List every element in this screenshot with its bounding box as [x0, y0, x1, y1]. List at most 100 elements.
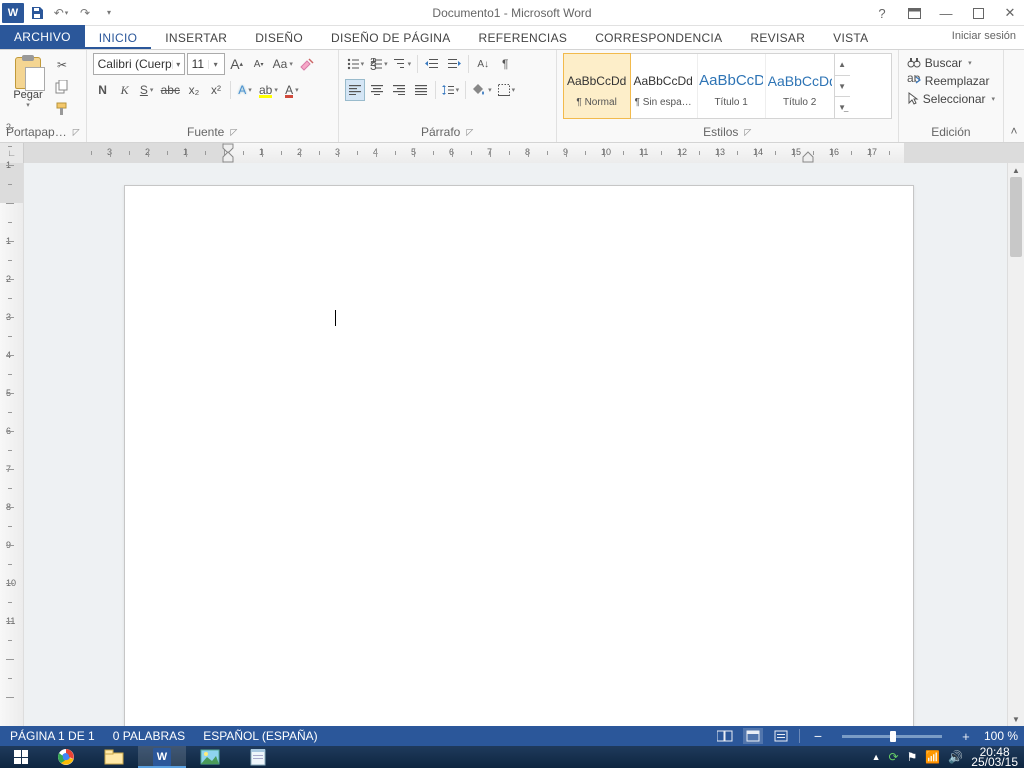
styles-expand[interactable]: ▼̲	[835, 97, 850, 118]
copy-icon[interactable]	[52, 77, 72, 97]
highlight-icon[interactable]: ab	[257, 79, 280, 101]
shrink-font-icon[interactable]: A▾	[249, 53, 269, 75]
underline-button[interactable]: S	[137, 79, 157, 101]
tab-vista[interactable]: VISTA	[819, 27, 882, 49]
style-titulo-2[interactable]: AaBbCcDd Título 2	[766, 54, 834, 118]
style-normal[interactable]: AaBbCcDd ¶ Normal	[563, 53, 631, 119]
tab-archivo[interactable]: ARCHIVO	[0, 25, 85, 49]
strikethrough-button[interactable]: abc	[159, 79, 182, 101]
tab-correspondencia[interactable]: CORRESPONDENCIA	[581, 27, 736, 49]
find-button[interactable]: Buscar▾	[905, 55, 997, 71]
maximize-icon[interactable]	[966, 3, 990, 23]
tab-insertar[interactable]: INSERTAR	[151, 27, 241, 49]
scroll-up-icon[interactable]: ▲	[1008, 163, 1024, 177]
numbering-icon[interactable]: 123	[368, 53, 390, 75]
zoom-slider[interactable]	[842, 735, 942, 738]
collapse-ribbon-icon[interactable]: ˄	[1004, 50, 1024, 142]
tray-volume-icon[interactable]: 🔊	[948, 750, 963, 764]
select-button[interactable]: Seleccionar▾	[905, 91, 997, 107]
italic-button[interactable]: K	[115, 79, 135, 101]
styles-scroll-up[interactable]: ▲	[835, 54, 850, 76]
align-right-icon[interactable]	[389, 79, 409, 101]
redo-icon[interactable]: ↷	[74, 2, 96, 24]
status-words[interactable]: 0 PALABRAS	[113, 729, 185, 743]
borders-icon[interactable]	[496, 79, 518, 101]
dialog-launcher-estilos[interactable]: ◸	[744, 127, 751, 138]
clear-formatting-icon[interactable]	[297, 53, 317, 75]
sort-icon[interactable]: A↓	[473, 53, 493, 75]
shading-icon[interactable]	[470, 79, 494, 101]
decrease-indent-icon[interactable]	[422, 53, 442, 75]
status-page[interactable]: PÁGINA 1 DE 1	[10, 729, 95, 743]
ruler-vertical[interactable]: 211234567891011	[0, 163, 24, 726]
ruler-horizontal[interactable]: ∟ 3211234567891011121314151617	[0, 143, 1024, 163]
view-web-icon[interactable]	[771, 728, 791, 744]
change-case-icon[interactable]: Aa	[271, 53, 295, 75]
tray-flag-icon[interactable]: ⚑	[907, 750, 918, 764]
subscript-button[interactable]: x₂	[184, 79, 204, 101]
view-print-icon[interactable]	[743, 728, 763, 744]
format-painter-icon[interactable]	[52, 99, 72, 119]
indent-marker-left[interactable]	[222, 151, 234, 163]
align-center-icon[interactable]	[367, 79, 387, 101]
tray-network-icon[interactable]: 📶	[925, 750, 940, 764]
styles-scroll-down[interactable]: ▼	[835, 76, 850, 98]
tab-inicio[interactable]: INICIO	[85, 27, 151, 49]
align-left-icon[interactable]	[345, 79, 365, 101]
font-color-icon[interactable]: A	[282, 79, 302, 101]
cut-icon[interactable]: ✂	[52, 55, 72, 75]
task-photos[interactable]	[186, 746, 234, 768]
ribbon-display-icon[interactable]	[902, 3, 926, 23]
dialog-launcher-fuente[interactable]: ◸	[230, 127, 237, 138]
help-icon[interactable]: ?	[870, 3, 894, 23]
tab-diseno-pagina[interactable]: DISEÑO DE PÁGINA	[317, 27, 465, 49]
vertical-scrollbar[interactable]: ▲ ▼	[1007, 163, 1024, 726]
text-effects-icon[interactable]: A	[235, 79, 255, 101]
view-read-icon[interactable]	[715, 728, 735, 744]
task-chrome[interactable]	[42, 746, 90, 768]
style-titulo-1[interactable]: AaBbCcDd Título 1	[698, 54, 766, 118]
line-spacing-icon[interactable]	[440, 79, 462, 101]
tray-sync-icon[interactable]: ⟳	[889, 750, 899, 764]
minimize-icon[interactable]: —	[934, 3, 958, 23]
dialog-launcher-parrafo[interactable]: ◸	[466, 127, 473, 138]
undo-icon[interactable]: ↶▾	[50, 2, 72, 24]
tray-show-hidden-icon[interactable]: ▲	[872, 752, 881, 762]
bold-button[interactable]: N	[93, 79, 113, 101]
tray-clock[interactable]: 20:4825/03/15	[971, 747, 1018, 767]
tab-referencias[interactable]: REFERENCIAS	[465, 27, 582, 49]
zoom-in-icon[interactable]: +	[956, 728, 976, 744]
font-size-combo[interactable]: 11▾	[187, 53, 225, 75]
scroll-thumb[interactable]	[1010, 177, 1022, 257]
bullets-icon[interactable]	[345, 53, 367, 75]
tab-diseno[interactable]: DISEÑO	[241, 27, 317, 49]
increase-indent-icon[interactable]	[444, 53, 464, 75]
justify-icon[interactable]	[411, 79, 431, 101]
word-app-icon[interactable]: W	[2, 3, 24, 23]
dialog-launcher-clipboard[interactable]: ◸	[73, 127, 80, 138]
save-icon[interactable]	[26, 2, 48, 24]
page[interactable]	[124, 185, 914, 726]
scroll-down-icon[interactable]: ▼	[1008, 712, 1024, 726]
zoom-level[interactable]: 100 %	[984, 729, 1018, 743]
task-notepad[interactable]	[234, 746, 282, 768]
status-language[interactable]: ESPAÑOL (ESPAÑA)	[203, 729, 317, 743]
indent-marker-right[interactable]	[802, 151, 814, 163]
superscript-button[interactable]: x²	[206, 79, 226, 101]
paste-button[interactable]: Pegar ▾	[6, 53, 50, 119]
zoom-out-icon[interactable]: −	[808, 728, 828, 744]
multilevel-list-icon[interactable]	[392, 53, 414, 75]
show-marks-icon[interactable]: ¶	[495, 53, 515, 75]
tab-revisar[interactable]: REVISAR	[736, 27, 819, 49]
font-family-combo[interactable]: Calibri (Cuerpo)▾	[93, 53, 185, 75]
task-word[interactable]: W	[138, 746, 186, 768]
replace-button[interactable]: ab Reemplazar	[905, 73, 997, 89]
start-button[interactable]	[0, 746, 42, 768]
document-canvas[interactable]	[24, 163, 1007, 726]
qat-customize-icon[interactable]: ▾	[98, 2, 120, 24]
style-sin-espaciado[interactable]: AaBbCcDd ¶ Sin espa…	[630, 54, 698, 118]
sign-in-link[interactable]: Iniciar sesión	[952, 30, 1016, 42]
task-explorer[interactable]	[90, 746, 138, 768]
close-icon[interactable]: ✕	[998, 3, 1022, 23]
grow-font-icon[interactable]: A▴	[227, 53, 247, 75]
